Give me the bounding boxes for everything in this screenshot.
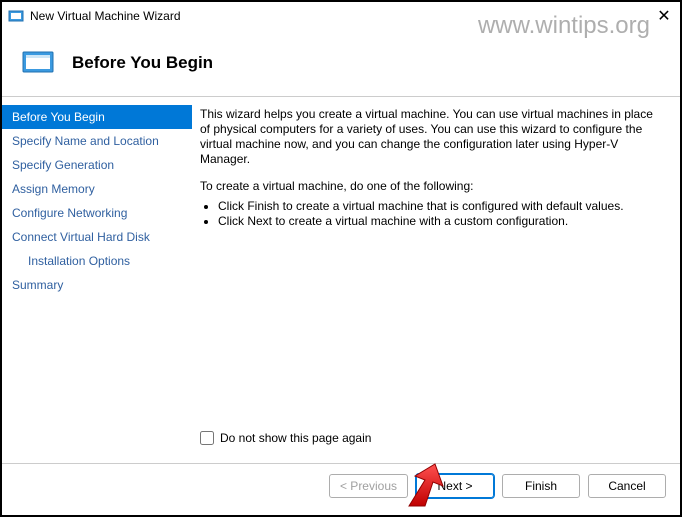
sidebar-item-specify-name[interactable]: Specify Name and Location	[2, 129, 192, 153]
sidebar-item-configure-networking[interactable]: Configure Networking	[2, 201, 192, 225]
finish-button[interactable]: Finish	[502, 474, 580, 498]
sidebar-item-assign-memory[interactable]: Assign Memory	[2, 177, 192, 201]
titlebar: New Virtual Machine Wizard ✕	[2, 2, 680, 30]
sidebar-item-installation-options[interactable]: Installation Options	[2, 249, 192, 273]
sidebar: Before You Begin Specify Name and Locati…	[2, 97, 192, 463]
window-title: New Virtual Machine Wizard	[30, 9, 181, 23]
wizard-icon	[22, 48, 56, 78]
button-row: < Previous Next > Finish Cancel	[2, 464, 680, 508]
checkbox-label: Do not show this page again	[220, 431, 371, 445]
bullet-list: Click Finish to create a virtual machine…	[218, 199, 662, 229]
previous-button: < Previous	[329, 474, 408, 498]
bullet-item-finish: Click Finish to create a virtual machine…	[218, 199, 662, 214]
description-text: This wizard helps you create a virtual m…	[200, 107, 662, 167]
sidebar-item-specify-generation[interactable]: Specify Generation	[2, 153, 192, 177]
page-title: Before You Begin	[72, 53, 213, 73]
header: Before You Begin	[2, 30, 680, 96]
instruction-text: To create a virtual machine, do one of t…	[200, 179, 662, 193]
close-button[interactable]: ✕	[652, 4, 676, 28]
checkbox-row: Do not show this page again	[200, 431, 662, 453]
sidebar-item-connect-vhd[interactable]: Connect Virtual Hard Disk	[2, 225, 192, 249]
app-icon	[8, 8, 24, 24]
dont-show-checkbox[interactable]	[200, 431, 214, 445]
sidebar-item-summary[interactable]: Summary	[2, 273, 192, 297]
bullet-item-next: Click Next to create a virtual machine w…	[218, 214, 662, 229]
sidebar-item-before-you-begin[interactable]: Before You Begin	[2, 105, 192, 129]
main-content: This wizard helps you create a virtual m…	[192, 97, 680, 463]
next-button[interactable]: Next >	[416, 474, 494, 498]
cancel-button[interactable]: Cancel	[588, 474, 666, 498]
content-area: Before You Begin Specify Name and Locati…	[2, 96, 680, 464]
